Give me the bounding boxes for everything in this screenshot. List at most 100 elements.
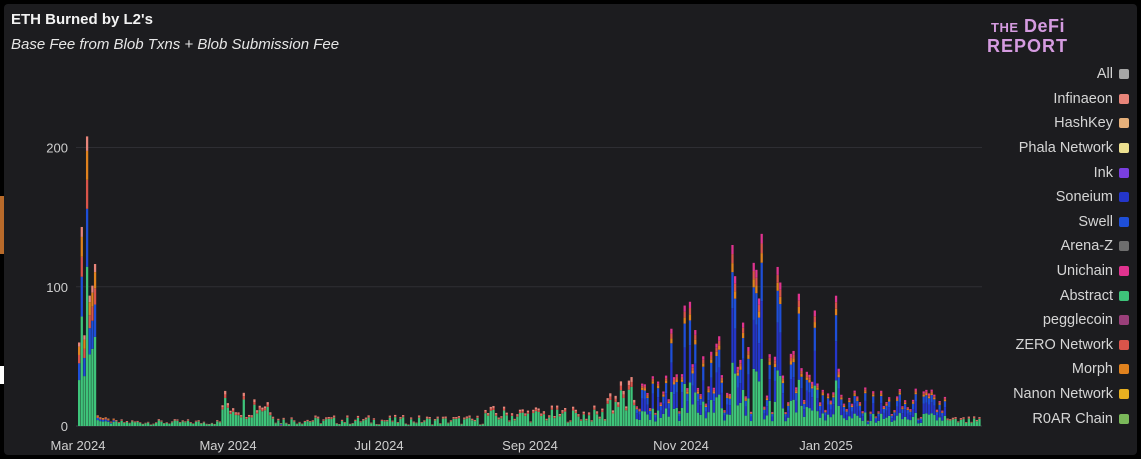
bar-segment xyxy=(787,410,790,418)
bar-segment xyxy=(659,402,662,404)
bar-segment xyxy=(691,373,694,386)
bar-segment xyxy=(749,411,753,413)
legend-item[interactable]: Infinaeon xyxy=(1013,87,1129,112)
bar-segment xyxy=(96,416,99,418)
bar-segment xyxy=(741,338,745,359)
bar-segment xyxy=(811,381,814,385)
bar-segment xyxy=(935,411,939,413)
bar-segment xyxy=(675,392,678,408)
bar-segment xyxy=(715,347,718,352)
bar-segment xyxy=(317,418,320,426)
bar-segment xyxy=(755,269,758,278)
bar-segment xyxy=(494,413,498,415)
legend-item[interactable]: R0AR Chain xyxy=(1013,406,1129,431)
legend-item[interactable]: Unichain xyxy=(1013,259,1129,284)
bar-segment xyxy=(85,208,89,267)
legend-item[interactable]: pegglecoin xyxy=(1013,308,1129,333)
bar-segment xyxy=(662,413,665,426)
bar-segment xyxy=(452,417,455,418)
bar-segment xyxy=(96,415,99,417)
bar-segment xyxy=(789,364,793,380)
legend-item[interactable]: Ink xyxy=(1013,160,1129,185)
legend-item[interactable]: HashKey xyxy=(1013,111,1129,136)
legend-item[interactable]: Morph xyxy=(1013,357,1129,382)
bar-segment xyxy=(232,409,235,412)
bar-segment xyxy=(630,386,633,426)
legend-item[interactable]: Abstract xyxy=(1013,283,1129,308)
bar-segment xyxy=(388,415,391,417)
bar-segment xyxy=(197,420,200,422)
bar-segment xyxy=(271,416,275,418)
bar-segment xyxy=(367,415,370,417)
bar-segment xyxy=(699,405,702,415)
bar-segment xyxy=(348,424,352,426)
y-tick-label: 0 xyxy=(61,419,68,434)
bar-segment xyxy=(247,417,251,426)
legend-swatch xyxy=(1119,315,1129,326)
bar-segment xyxy=(194,421,198,422)
legend-item[interactable]: Phala Network xyxy=(1013,136,1129,161)
bar-segment xyxy=(638,409,641,411)
legend-item[interactable]: Nanon Network xyxy=(1013,382,1129,407)
bar-segment xyxy=(935,409,939,411)
bar-segment xyxy=(649,409,652,411)
bar-segment xyxy=(938,409,941,418)
bar-segment xyxy=(261,407,264,410)
bar-segment xyxy=(731,263,734,273)
bar-segment xyxy=(826,396,830,399)
bar-segment xyxy=(216,420,219,422)
bar-segment xyxy=(359,422,362,426)
bar-segment xyxy=(925,402,928,414)
bar-segment xyxy=(386,420,389,422)
bar-segment xyxy=(858,403,862,405)
bar-segment xyxy=(888,398,891,401)
bar-segment xyxy=(694,339,697,345)
bar-segment xyxy=(332,417,336,426)
bar-segment xyxy=(83,335,86,340)
legend-item[interactable]: Arena-Z xyxy=(1013,234,1129,259)
bar-segment xyxy=(80,316,83,426)
bar-segment xyxy=(93,304,97,337)
bar-segment xyxy=(747,354,750,359)
bar-segment xyxy=(253,399,256,403)
legend-item[interactable]: ZERO Network xyxy=(1013,333,1129,358)
bar-segment xyxy=(619,390,623,426)
bar-segment xyxy=(922,413,925,426)
legend-item[interactable]: Swell xyxy=(1013,210,1129,235)
bar-segment xyxy=(765,398,769,401)
bar-segment xyxy=(803,402,806,404)
bar-segment xyxy=(556,409,559,426)
x-tick-label: Sep 2024 xyxy=(502,438,558,453)
bar-segment xyxy=(818,405,822,411)
bar-segment xyxy=(556,405,559,408)
bar-segment xyxy=(853,392,856,395)
legend-item[interactable]: All xyxy=(1013,62,1129,87)
bar-segment xyxy=(943,415,947,426)
bar-segment xyxy=(784,412,787,413)
bar-segment xyxy=(850,403,854,405)
bar-segment xyxy=(386,421,389,426)
bar-segment xyxy=(696,389,700,392)
bar-segment xyxy=(494,415,498,426)
legend-item[interactable]: Soneium xyxy=(1013,185,1129,210)
bar-segment xyxy=(649,409,652,410)
bar-segment xyxy=(906,409,909,411)
bar-segment xyxy=(856,415,859,426)
bar-segment xyxy=(473,419,476,421)
bar-segment xyxy=(914,412,917,426)
bar-segment xyxy=(832,392,835,394)
bar-segment xyxy=(686,401,689,413)
bar-segment xyxy=(842,418,846,426)
bar-segment xyxy=(797,293,800,301)
bar-segment xyxy=(492,407,495,410)
bar-segment xyxy=(864,387,867,390)
bar-segment xyxy=(856,406,859,416)
bar-segment xyxy=(590,421,593,426)
bar-segment xyxy=(848,402,851,408)
bar-segment xyxy=(739,402,742,426)
bar-segment xyxy=(726,392,729,395)
bar-segment xyxy=(781,383,785,394)
bar-segment xyxy=(978,418,981,426)
bar-segment xyxy=(877,412,880,413)
bar-segment xyxy=(125,421,129,423)
